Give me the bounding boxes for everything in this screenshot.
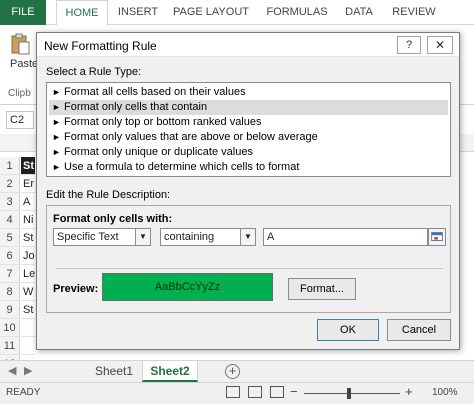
description-divider (56, 268, 443, 269)
arrow-right-icon: ► (52, 162, 61, 172)
rule-description-panel: Format only cells with: Specific Text ▼ … (46, 205, 451, 313)
tab-file[interactable]: FILE (0, 0, 46, 25)
arrow-right-icon: ► (52, 102, 61, 112)
dialog-title: New Formatting Rule (44, 39, 157, 53)
rule-type-item[interactable]: ► Use a formula to determine which cells … (49, 160, 448, 175)
rule-type-item[interactable]: ► Format only values that are above or be… (49, 130, 448, 145)
new-formatting-rule-dialog: New Formatting Rule ? ✕ Select a Rule Ty… (36, 32, 460, 350)
tab-review[interactable]: REVIEW (388, 0, 440, 25)
row-header[interactable]: 1 (0, 157, 20, 175)
name-box[interactable]: C2 (6, 111, 34, 129)
sheet-tab-sheet2[interactable]: Sheet2 (142, 361, 198, 382)
paste-label[interactable]: Paste (10, 58, 38, 70)
tab-home[interactable]: HOME (56, 0, 108, 26)
zoom-slider-thumb[interactable] (347, 388, 351, 399)
row-header[interactable]: 5 (0, 229, 20, 247)
clipboard-group-label: Clipb (8, 88, 31, 99)
cell-column-a[interactable]: Le (21, 265, 35, 283)
cell-column-a[interactable]: A (21, 193, 35, 211)
chevron-down-icon[interactable]: ▼ (240, 228, 256, 246)
rule-type-item[interactable]: ► Format all cells based on their values (49, 85, 448, 100)
cell-column-a[interactable] (21, 337, 35, 355)
page-layout-view-icon[interactable] (248, 386, 262, 398)
sheet-nav-prev-icon[interactable]: ◀ (8, 364, 16, 377)
value-input[interactable]: A (263, 228, 428, 246)
row-header[interactable]: 6 (0, 247, 20, 265)
cell-column-a[interactable]: St (21, 157, 35, 175)
status-ready: READY (6, 387, 41, 398)
cell-column-a[interactable]: St (21, 301, 35, 319)
tab-page-layout[interactable]: PAGE LAYOUT (170, 0, 252, 25)
row-header[interactable]: 4 (0, 211, 20, 229)
zoom-level[interactable]: 100% (432, 387, 458, 398)
row-header[interactable]: 8 (0, 283, 20, 301)
help-button[interactable]: ? (397, 36, 421, 54)
cell-column-a[interactable]: St (21, 229, 35, 247)
rule-type-item-selected[interactable]: ► Format only cells that contain (49, 100, 448, 115)
condition-type-select[interactable]: Specific Text ▼ (53, 228, 151, 246)
range-select-icon[interactable] (428, 228, 446, 246)
zoom-slider[interactable] (304, 393, 400, 394)
tab-formulas[interactable]: FORMULAS (262, 0, 332, 25)
tab-data[interactable]: DATA (340, 0, 378, 25)
cell-column-a[interactable] (21, 319, 35, 337)
arrow-right-icon: ► (52, 117, 61, 127)
row-header[interactable]: 7 (0, 265, 20, 283)
ok-button[interactable]: OK (317, 319, 379, 341)
cell-column-a[interactable]: Ni (21, 211, 35, 229)
row-header[interactable]: 3 (0, 193, 20, 211)
tab-insert[interactable]: INSERT (116, 0, 160, 25)
operator-select[interactable]: containing ▼ (160, 228, 256, 246)
close-icon[interactable]: ✕ (427, 36, 453, 54)
preview-label: Preview: (53, 283, 99, 295)
rule-type-item[interactable]: ► Format only top or bottom ranked values (49, 115, 448, 130)
row-header[interactable]: 2 (0, 175, 20, 193)
ribbon-tab-bar: FILE HOME INSERT PAGE LAYOUT FORMULAS DA… (0, 0, 474, 26)
paste-icon[interactable] (9, 33, 31, 55)
row-header[interactable]: 11 (0, 337, 20, 355)
preview-box: AaBbCcYyZz (102, 273, 273, 301)
arrow-right-icon: ► (52, 132, 61, 142)
arrow-right-icon: ► (52, 87, 61, 97)
edit-rule-description-label: Edit the Rule Description: (46, 189, 171, 201)
rule-type-item[interactable]: ► Format only unique or duplicate values (49, 145, 448, 160)
arrow-right-icon: ► (52, 147, 61, 157)
zoom-out-icon[interactable]: − (290, 384, 298, 399)
page-break-view-icon[interactable] (270, 386, 284, 398)
rule-type-list[interactable]: ► Format all cells based on their values … (46, 82, 451, 177)
normal-view-icon[interactable] (226, 386, 240, 398)
dialog-titlebar[interactable]: New Formatting Rule ? ✕ (37, 33, 459, 57)
row-header[interactable]: 9 (0, 301, 20, 319)
cell-column-a[interactable]: Er (21, 175, 35, 193)
add-sheet-icon[interactable]: + (225, 364, 240, 379)
format-only-cells-with-label: Format only cells with: (53, 213, 173, 225)
format-button[interactable]: Format... (288, 278, 356, 300)
sheet-tab-sheet1[interactable]: Sheet1 (88, 361, 140, 382)
cell-column-a[interactable]: Jo (21, 247, 35, 265)
sheet-nav-next-icon[interactable]: ▶ (24, 364, 32, 377)
zoom-in-icon[interactable]: + (405, 384, 413, 399)
cell-column-a[interactable]: W (21, 283, 35, 301)
chevron-down-icon[interactable]: ▼ (135, 228, 151, 246)
select-rule-type-label: Select a Rule Type: (46, 66, 142, 78)
cancel-button[interactable]: Cancel (387, 319, 451, 341)
row-header[interactable]: 10 (0, 319, 20, 337)
